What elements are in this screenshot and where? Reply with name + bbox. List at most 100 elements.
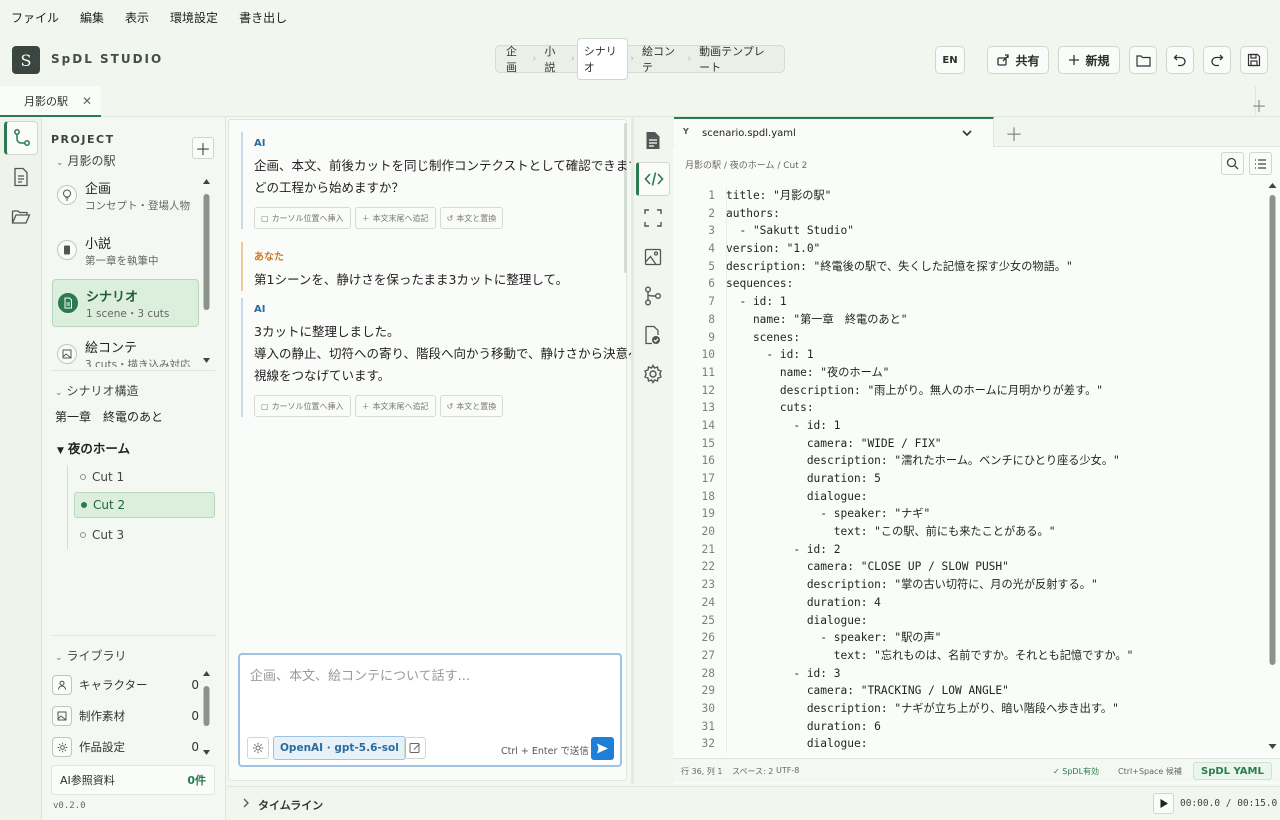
- menu-preferences[interactable]: 環境設定: [170, 9, 218, 26]
- tool-code-button[interactable]: [636, 162, 670, 196]
- code-line[interactable]: duration: 6: [726, 718, 1133, 736]
- code-line[interactable]: text: "忘れものは、名前ですか。それとも記憶ですか。": [726, 647, 1134, 665]
- mode-planning[interactable]: 企画: [500, 39, 531, 79]
- language-badge[interactable]: SpDL YAML: [1193, 762, 1272, 780]
- chat-input[interactable]: 企画、本文、絵コンテについて話す... OpenAI · gpt-5.6-sol…: [238, 653, 622, 767]
- code-line[interactable]: - id: 2: [726, 541, 1133, 559]
- add-project-item-button[interactable]: ＋: [192, 137, 214, 159]
- timeline-label[interactable]: タイムライン: [258, 797, 323, 813]
- code-line[interactable]: - "Sakutt Studio": [726, 222, 1133, 240]
- mode-scenario[interactable]: シナリオ: [576, 38, 629, 80]
- append-to-body-button[interactable]: ＋本文末尾へ追記: [354, 207, 436, 229]
- insert-at-cursor-button[interactable]: ▢ カーソル位置へ挿入: [254, 395, 351, 417]
- library-assets[interactable]: 制作素材 0: [52, 703, 199, 729]
- chat-settings-button[interactable]: [247, 737, 269, 759]
- code-line[interactable]: duration: 4: [726, 594, 1133, 612]
- add-editor-tab-button[interactable]: ＋: [1005, 121, 1023, 147]
- replace-body-button[interactable]: ↺ 本文と置換: [439, 207, 504, 229]
- stage-scenario[interactable]: シナリオ 1 scene・3 cuts: [52, 279, 199, 327]
- code-line[interactable]: sequences:: [726, 275, 1133, 293]
- code-line[interactable]: name: "夜のホーム": [726, 364, 1133, 382]
- code-line[interactable]: - id: 1: [726, 293, 1133, 311]
- stage-planning[interactable]: 企画 コンセプト・登場人物: [52, 172, 199, 220]
- replace-body-button[interactable]: ↺ 本文と置換: [439, 395, 504, 417]
- mode-novel[interactable]: 小説: [538, 39, 569, 79]
- language-button[interactable]: EN: [935, 46, 965, 74]
- menu-view[interactable]: 表示: [125, 9, 149, 26]
- code-line[interactable]: - speaker: "駅の声": [726, 629, 1133, 647]
- tree-cut-1[interactable]: Cut 1: [74, 464, 215, 490]
- code-line[interactable]: description: "ナギが立ち上がり、暗い階段へ歩き出す。": [726, 700, 1133, 718]
- code-line[interactable]: scenes:: [726, 329, 1133, 347]
- code-line[interactable]: name: "第一章 終電のあと": [726, 311, 1133, 329]
- code-line[interactable]: authors:: [726, 205, 1133, 223]
- insert-at-cursor-button[interactable]: ▢ カーソル位置へ挿入: [254, 207, 351, 229]
- rail-structure-button[interactable]: [4, 121, 38, 155]
- code-line[interactable]: duration: 5: [726, 470, 1133, 488]
- code-line[interactable]: description: "雨上がり。無人のホームに月明かりが差す。": [726, 382, 1133, 400]
- tool-branch-button[interactable]: [636, 279, 670, 313]
- editor-scrollbar[interactable]: [1267, 180, 1278, 752]
- add-tab-button[interactable]: ＋: [1251, 93, 1267, 117]
- editor-search-button[interactable]: [1221, 152, 1244, 175]
- code-line[interactable]: dialogue:: [726, 488, 1133, 506]
- tree-sequence[interactable]: 第一章 終電のあと: [55, 408, 163, 425]
- code-line[interactable]: dialogue:: [726, 735, 1133, 753]
- tree-cut-2[interactable]: Cut 2: [74, 492, 215, 518]
- stage-novel[interactable]: 小説 第一章を執筆中: [52, 227, 199, 275]
- code-line[interactable]: - speaker: "ナギ": [726, 505, 1133, 523]
- code-line[interactable]: title: "月影の駅": [726, 187, 1133, 205]
- tool-image-button[interactable]: [636, 240, 670, 274]
- rail-document-button[interactable]: [4, 160, 38, 194]
- save-button[interactable]: [1240, 46, 1268, 74]
- library-characters[interactable]: キャラクター 0: [52, 672, 199, 698]
- close-icon[interactable]: ✕: [82, 94, 92, 108]
- stage-list-scrollbar[interactable]: [202, 177, 211, 365]
- code-line[interactable]: camera: "CLOSE UP / SLOW PUSH": [726, 558, 1133, 576]
- redo-button[interactable]: [1203, 46, 1231, 74]
- tree-cut-3[interactable]: Cut 3: [74, 522, 215, 548]
- code-line[interactable]: camera: "WIDE / FIX": [726, 435, 1133, 453]
- code-line[interactable]: camera: "TRACKING / LOW ANGLE": [726, 682, 1133, 700]
- library-scrollbar[interactable]: [202, 669, 211, 757]
- project-name[interactable]: ⌄ 月影の駅: [56, 152, 116, 169]
- library-world-settings[interactable]: 作品設定 0: [52, 734, 199, 760]
- undo-button[interactable]: [1166, 46, 1194, 74]
- library-heading[interactable]: ⌄ ライブラリ: [55, 647, 127, 664]
- model-selector[interactable]: OpenAI · gpt-5.6-sol: [273, 736, 406, 760]
- new-button[interactable]: 新規: [1058, 46, 1120, 74]
- code-area[interactable]: 1 2 3 4 5 6 7 8 9 10 11 12 13 14 15 16 17 18 19 20 21 22 23 24 2…: [673, 187, 1267, 753]
- code-line[interactable]: cuts:: [726, 399, 1133, 417]
- share-button[interactable]: 共有: [987, 46, 1049, 74]
- encoding[interactable]: UTF-8: [776, 766, 799, 775]
- play-button[interactable]: [1153, 793, 1174, 814]
- chevron-down-icon[interactable]: [961, 127, 973, 139]
- tree-scene[interactable]: ▼ 夜のホーム: [57, 438, 130, 457]
- menu-edit[interactable]: 編集: [80, 9, 104, 26]
- code-line[interactable]: description: "掌の古い切符に、月の光が反射する。": [726, 576, 1133, 594]
- tool-settings-button[interactable]: [636, 357, 670, 391]
- code-line[interactable]: description: "終電後の駅で、失くした記憶を探す少女の物語。": [726, 258, 1133, 276]
- document-tab[interactable]: 月影の駅 ✕: [0, 86, 101, 117]
- menu-export[interactable]: 書き出し: [239, 9, 287, 26]
- append-to-body-button[interactable]: ＋本文末尾へ追記: [354, 395, 436, 417]
- code-line[interactable]: text: "この駅、前にも来たことがある。": [726, 523, 1133, 541]
- code-line[interactable]: - id: 1: [726, 417, 1133, 435]
- send-button[interactable]: [591, 737, 614, 760]
- open-folder-button[interactable]: [1129, 46, 1157, 74]
- tool-frame-button[interactable]: [636, 201, 670, 235]
- indent-setting[interactable]: スペース: 2: [732, 766, 773, 777]
- mode-video-template[interactable]: 動画テンプレート: [693, 39, 780, 79]
- prompt-edit-button[interactable]: [404, 737, 426, 759]
- code-line[interactable]: description: "濡れたホーム。ベンチにひとり座る少女。": [726, 452, 1133, 470]
- code-line[interactable]: dialogue:: [726, 612, 1133, 630]
- code-line[interactable]: version: "1.0": [726, 240, 1133, 258]
- structure-heading[interactable]: ⌄ シナリオ構造: [55, 382, 139, 399]
- tool-document-button[interactable]: [636, 123, 670, 157]
- tool-validate-button[interactable]: [636, 318, 670, 352]
- code-line[interactable]: - id: 1: [726, 346, 1133, 364]
- rail-folder-button[interactable]: [4, 200, 38, 234]
- menu-file[interactable]: ファイル: [11, 9, 59, 26]
- chevron-right-icon[interactable]: [242, 798, 250, 808]
- mode-storyboard[interactable]: 絵コンテ: [636, 39, 686, 79]
